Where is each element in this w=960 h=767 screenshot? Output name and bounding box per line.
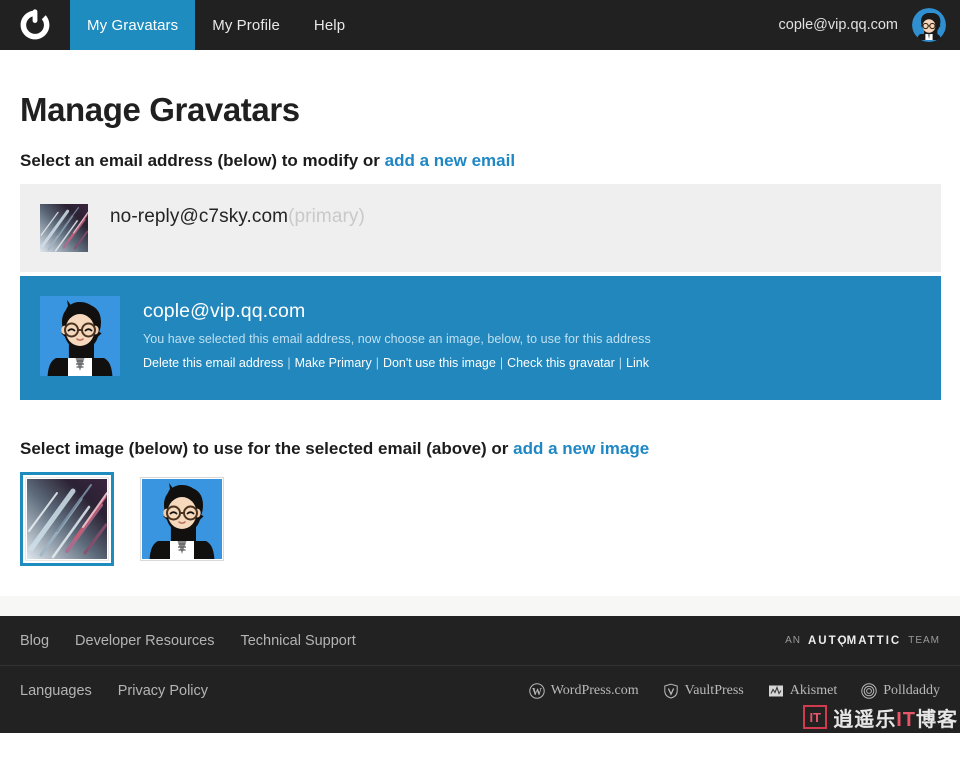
email-address: cople@vip.qq.com <box>143 300 306 322</box>
footer-link-developer-resources[interactable]: Developer Resources <box>75 633 214 649</box>
watermark-badge-icon: IT <box>803 705 828 729</box>
footer-product-links: W WordPress.com VaultPress Akismet Polld… <box>529 683 940 699</box>
nav-item-label: Help <box>313 16 346 34</box>
automattic-prefix: AN <box>785 635 801 646</box>
check-gravatar-link[interactable]: Check this gravatar <box>507 356 615 370</box>
email-row[interactable]: no-reply@c7sky.com(primary) <box>20 184 941 272</box>
email-thumbnail <box>40 204 88 252</box>
image-section-heading: Select image (below) to use for the sele… <box>20 439 940 459</box>
nav-item-my-profile[interactable]: My Profile <box>195 0 297 50</box>
add-new-image-link[interactable]: add a new image <box>513 439 649 458</box>
delete-email-link[interactable]: Delete this email address <box>143 356 283 370</box>
email-address-text: no-reply@c7sky.com <box>110 206 289 227</box>
gravatar-logo-icon <box>20 9 50 40</box>
product-label: Akismet <box>789 683 838 698</box>
link-link[interactable]: Link <box>626 356 649 370</box>
product-label: VaultPress <box>684 683 744 698</box>
automattic-badge[interactable]: AN AUT O MATTIC TEAM <box>785 635 940 647</box>
avatar[interactable] <box>912 8 946 42</box>
user-avatar-icon <box>912 8 946 42</box>
footer-secondary-links: Languages Privacy Policy <box>20 683 208 699</box>
product-link-wordpress[interactable]: W WordPress.com <box>529 683 639 699</box>
footer-link-technical-support[interactable]: Technical Support <box>240 633 355 649</box>
image-section-heading-text: Select image (below) to use for the sele… <box>20 439 514 458</box>
product-link-polldaddy[interactable]: Polldaddy <box>861 683 940 699</box>
email-address-list: no-reply@c7sky.com(primary) cople@vip.qq… <box>20 184 941 400</box>
email-details: no-reply@c7sky.com(primary) <box>88 204 365 228</box>
account-area: cople@vip.qq.com <box>779 0 960 50</box>
email-address: no-reply@c7sky.com(primary) <box>110 206 365 228</box>
product-link-vaultpress[interactable]: VaultPress <box>663 683 744 699</box>
automattic-brand-pre: AUT <box>807 634 838 647</box>
image-option-abstract-streaks[interactable] <box>20 472 114 566</box>
action-separator: | <box>618 356 623 370</box>
abstract-streaks-thumbnail-icon <box>40 204 88 252</box>
automattic-brand-post: MATTIC <box>846 634 902 647</box>
email-section-heading-text: Select an email address (below) to modif… <box>20 151 385 170</box>
footer-link-blog[interactable]: Blog <box>20 633 49 649</box>
image-picker-grid <box>20 472 940 596</box>
image-thumb-frame <box>25 477 109 561</box>
top-navigation-bar: My Gravatars My Profile Help cople@vip.q… <box>0 0 960 50</box>
content-footer-divider <box>0 596 960 616</box>
nav-item-label: My Gravatars <box>87 16 179 34</box>
email-thumbnail <box>40 296 120 376</box>
automattic-wordmark: AUT O MATTIC <box>808 635 901 647</box>
footer-row-primary: Blog Developer Resources Technical Suppo… <box>0 616 960 666</box>
gravatar-logo-link[interactable] <box>0 0 70 50</box>
nav-item-label: My Profile <box>212 16 280 34</box>
action-separator: | <box>287 356 291 370</box>
image-option-cartoon-avatar[interactable] <box>135 472 229 566</box>
watermark-text-c: 博客 <box>916 708 958 731</box>
email-details: cople@vip.qq.com You have selected this … <box>120 296 651 370</box>
nav-item-help[interactable]: Help <box>297 0 362 50</box>
wordpress-icon: W <box>529 683 545 699</box>
nav-item-my-gravatars[interactable]: My Gravatars <box>70 0 196 50</box>
vaultpress-shield-icon <box>663 683 678 699</box>
action-separator: | <box>375 356 379 370</box>
main-content: Manage Gravatars Select an email address… <box>0 50 960 596</box>
dont-use-image-link[interactable]: Don't use this image <box>383 356 496 370</box>
product-label: WordPress.com <box>550 683 639 698</box>
account-email[interactable]: cople@vip.qq.com <box>779 17 899 33</box>
product-label: Polldaddy <box>883 683 940 698</box>
site-footer: Blog Developer Resources Technical Suppo… <box>0 616 960 733</box>
footer-link-languages[interactable]: Languages <box>20 683 92 699</box>
nav-items: My Gravatars My Profile Help <box>70 0 362 50</box>
make-primary-link[interactable]: Make Primary <box>295 356 372 370</box>
cartoon-avatar-thumbnail-icon <box>40 296 120 376</box>
product-link-akismet[interactable]: Akismet <box>768 683 837 699</box>
email-selection-note: You have selected this email address, no… <box>143 332 651 346</box>
email-row-selected[interactable]: cople@vip.qq.com You have selected this … <box>20 276 941 400</box>
cartoon-avatar-image-icon <box>142 479 222 559</box>
polldaddy-icon <box>861 683 877 699</box>
image-thumb-frame <box>140 477 224 561</box>
automattic-suffix: TEAM <box>908 635 940 646</box>
footer-primary-links: Blog Developer Resources Technical Suppo… <box>20 633 356 649</box>
footer-watermark-area: IT 逍遥乐IT博客 <box>0 705 960 733</box>
abstract-streaks-image-icon <box>27 479 107 559</box>
add-new-email-link[interactable]: add a new email <box>385 151 515 170</box>
footer-link-privacy-policy[interactable]: Privacy Policy <box>118 683 208 699</box>
watermark-text-b: IT <box>896 708 916 731</box>
page-title: Manage Gravatars <box>20 91 300 128</box>
watermark-text: 逍遥乐IT博客 <box>833 703 958 732</box>
action-separator: | <box>499 356 504 370</box>
primary-badge: (primary) <box>288 206 365 227</box>
akismet-icon <box>768 685 783 697</box>
automattic-slashed-o-icon: O <box>837 634 849 647</box>
email-action-links: Delete this email address | Make Primary | D… <box>143 356 651 370</box>
watermark-text-a: 逍遥乐 <box>833 708 897 731</box>
email-section-heading: Select an email address (below) to modif… <box>20 151 940 171</box>
site-watermark: IT 逍遥乐IT博客 <box>803 701 958 733</box>
svg-text:W: W <box>532 687 542 698</box>
